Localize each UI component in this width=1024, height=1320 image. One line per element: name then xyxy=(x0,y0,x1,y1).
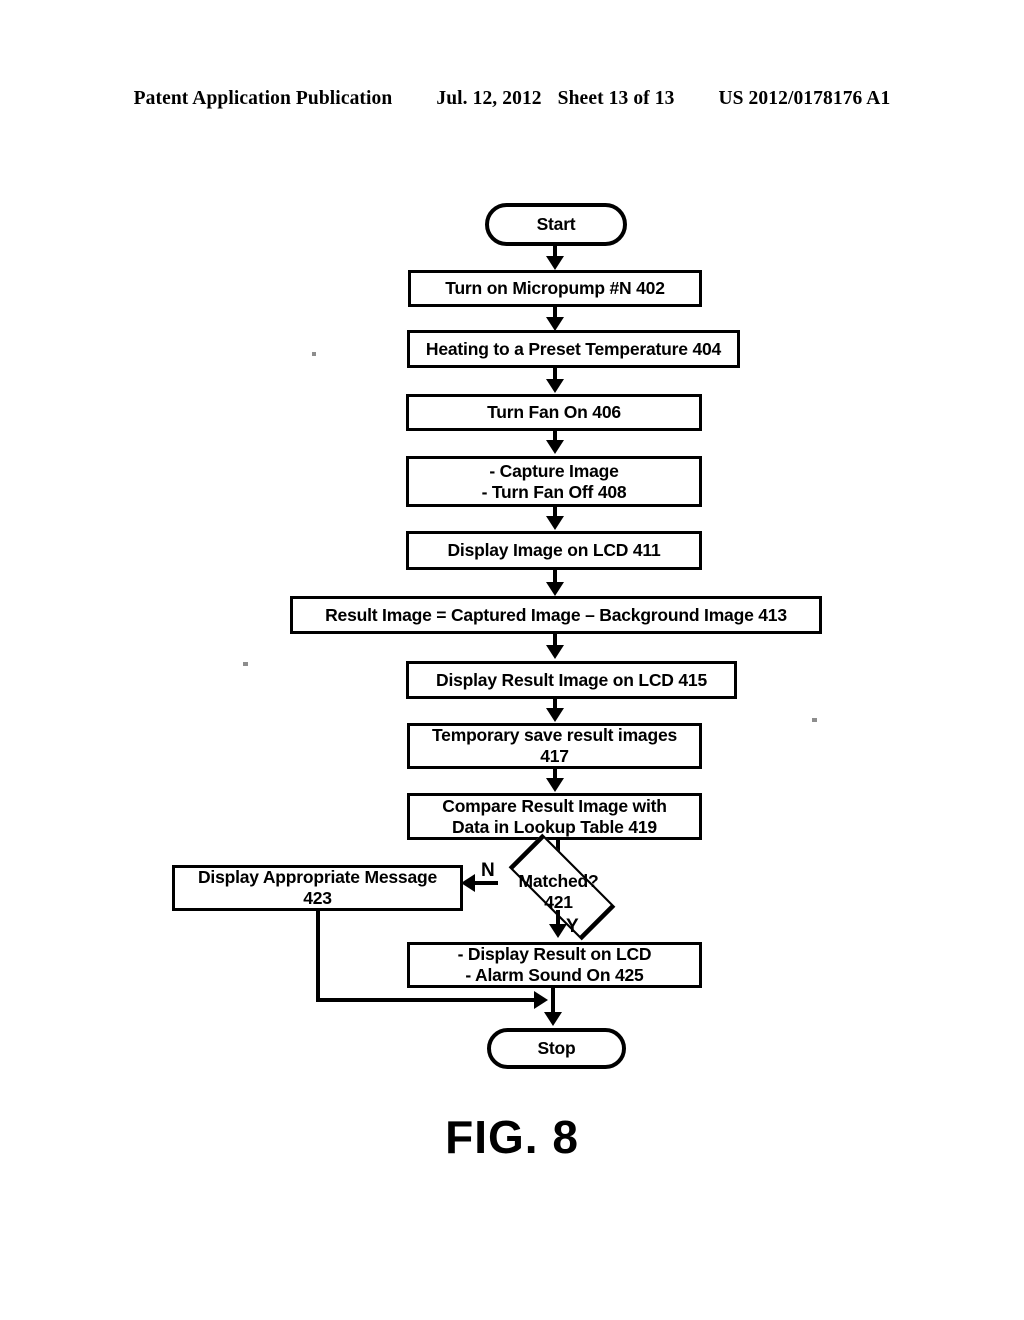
flowchart-node-step-425: - Display Result on LCD - Alarm Sound On… xyxy=(407,942,702,988)
arrowhead-411-to-413 xyxy=(546,582,564,596)
flowchart-node-step-406: Turn Fan On 406 xyxy=(406,394,702,431)
flowchart-node-step-419: Compare Result Image with Data in Lookup… xyxy=(407,793,702,840)
arrowhead-421-no-to-423 xyxy=(461,874,475,892)
arrowhead-423-join xyxy=(534,991,548,1009)
flowchart-node-decision-421: Matched? 421 xyxy=(492,833,625,940)
arrowhead-start-to-402 xyxy=(546,256,564,270)
flowchart-node-step-413: Result Image = Captured Image – Backgrou… xyxy=(290,596,822,634)
figure-caption: FIG. 8 xyxy=(445,1111,579,1163)
arrowhead-402-to-404 xyxy=(546,317,564,331)
arrowhead-408-to-411 xyxy=(546,516,564,530)
decision-label: Matched? xyxy=(518,871,599,891)
arrowhead-404-to-406 xyxy=(546,379,564,393)
flowchart-node-step-402: Turn on Micropump #N 402 xyxy=(408,270,702,307)
scan-speckle xyxy=(812,718,817,722)
connector-423-right-join xyxy=(316,998,542,1002)
flowchart-figure: Start Turn on Micropump #N 402 Heating t… xyxy=(0,0,1024,1320)
flowchart-node-stop: Stop xyxy=(487,1028,626,1069)
decision-reference-number: 421 xyxy=(544,892,573,912)
arrowhead-413-to-415 xyxy=(546,645,564,659)
flowchart-node-step-423: Display Appropriate Message 423 xyxy=(172,865,463,911)
scan-speckle xyxy=(243,662,248,666)
flowchart-node-start: Start xyxy=(485,203,627,246)
flowchart-node-step-411: Display Image on LCD 411 xyxy=(406,531,702,570)
branch-label-no: N xyxy=(481,860,495,881)
flowchart-node-step-404: Heating to a Preset Temperature 404 xyxy=(407,330,740,368)
arrowhead-417-to-419 xyxy=(546,778,564,792)
arrowhead-425-to-stop xyxy=(544,1012,562,1026)
flowchart-node-step-415: Display Result Image on LCD 415 xyxy=(406,661,737,699)
connector-423-down xyxy=(316,911,320,1000)
scan-speckle xyxy=(312,352,316,356)
branch-label-yes: Y xyxy=(566,916,579,937)
flowchart-node-step-417: Temporary save result images 417 xyxy=(407,723,702,769)
flowchart-node-step-408: - Capture Image - Turn Fan Off 408 xyxy=(406,456,702,507)
arrowhead-415-to-417 xyxy=(546,708,564,722)
arrowhead-406-to-408 xyxy=(546,440,564,454)
connector-425-to-stop xyxy=(551,988,555,1015)
arrowhead-421-yes-to-425 xyxy=(549,924,567,938)
